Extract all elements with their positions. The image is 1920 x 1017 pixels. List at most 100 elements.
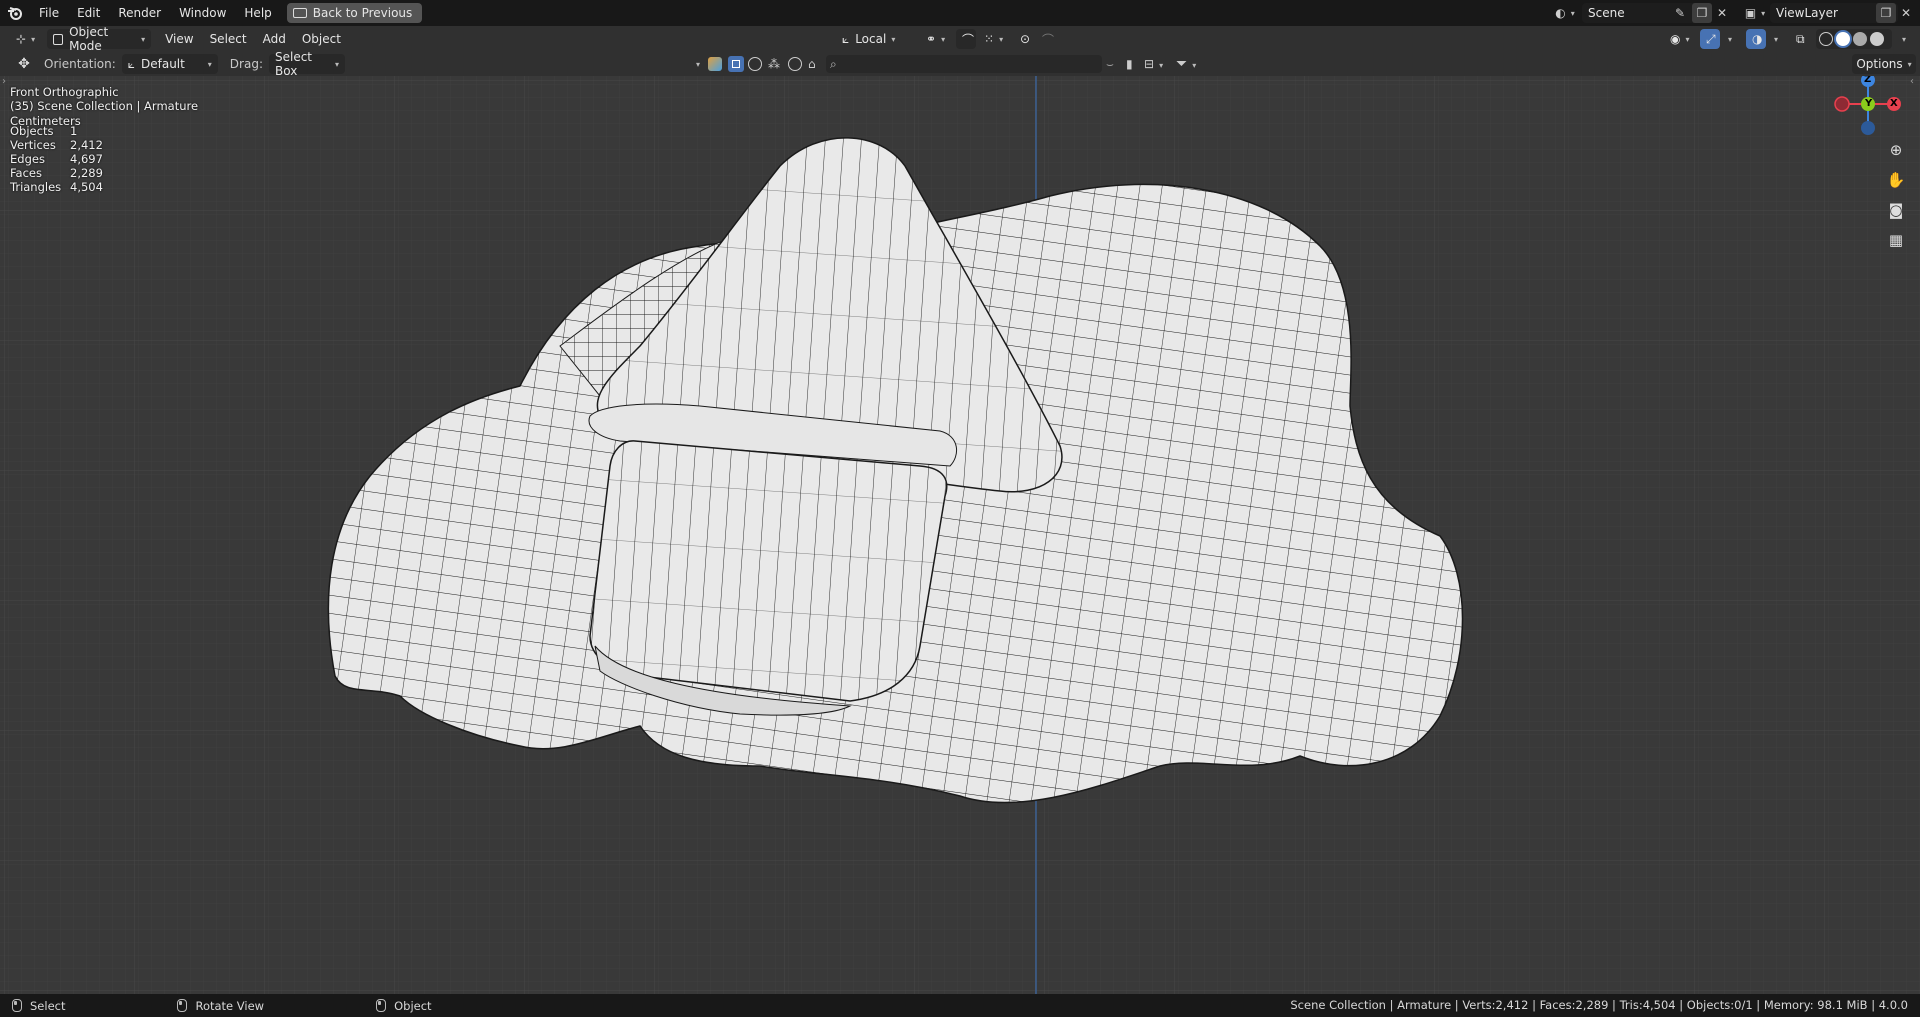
sphere-filter-icon[interactable] [748,57,762,71]
menu-select[interactable]: Select [204,29,253,49]
grid-toggle-icon[interactable]: ▦ [1884,228,1908,252]
falloff-icon[interactable]: ⌒ [1036,29,1060,49]
pan-hand-icon[interactable]: ✋ [1884,168,1908,192]
stat-value: 2,289 [70,166,103,180]
orientation-axes-icon: ⟀ [127,56,135,71]
transform-orientation-selector[interactable]: ⟀ Local ▾ [836,29,912,49]
new-view-layer-icon[interactable]: ❐ [1876,3,1896,23]
menu-edit[interactable]: Edit [68,0,109,26]
menu-render[interactable]: Render [109,0,170,26]
filter-dropdown-icon[interactable]: ▾ [690,54,706,74]
status-select-label: Select [30,998,66,1013]
left-mouse-icon [12,999,22,1012]
material-shading-icon[interactable] [1853,32,1867,46]
delete-scene-icon[interactable]: ✕ [1712,3,1732,23]
status-bar: Select Rotate View Object Scene Collecti… [0,994,1920,1017]
menu-file[interactable]: File [30,0,68,26]
stat-label: Vertices [10,138,56,152]
drag-label: Drag: [229,57,263,71]
stats-overlay: Objects 1 Vertices 2,412 Edges 4,697 Fac… [10,124,103,194]
brush-filter-icon[interactable]: ⌂ [808,57,816,71]
filter-funnel-icon[interactable]: ⏷ ▾ [1176,56,1196,72]
pin-icon[interactable]: ✎ [1670,3,1690,23]
back-to-previous-label: Back to Previous [312,6,413,20]
stat-row: Vertices 2,412 [10,138,103,152]
overlay-toggle-icon[interactable]: ◑ [1746,29,1766,49]
pivot-point-icon[interactable]: ⚭ ▾ [920,29,951,49]
toolbar-toggle-icon[interactable]: › [2,76,6,87]
mode-label: Object Mode [69,25,109,53]
move-tool-icon[interactable]: ✥ [14,56,34,72]
stat-label: Faces [10,166,42,180]
right-mouse-icon [376,999,387,1012]
view-name: Front Orthographic [10,85,119,99]
blender-logo-icon[interactable] [0,0,30,26]
search-field[interactable]: ⌕ [826,55,1102,73]
menu-add[interactable]: Add [257,29,292,49]
gizmo-x-label: X [1890,98,1898,109]
new-scene-icon[interactable]: ❐ [1692,3,1712,23]
stat-value: 2,412 [70,138,103,152]
stat-value: 1 [70,124,78,138]
top-menu-bar: File Edit Render Window Help Back to Pre… [0,0,1920,26]
bookmark-icon[interactable]: ▮ [1126,57,1133,71]
status-object-label: Object [394,998,432,1013]
delete-view-layer-icon[interactable]: ✕ [1896,3,1916,23]
menu-view[interactable]: View [159,29,199,49]
camera-icon[interactable]: ◙ [1884,198,1908,222]
wireframe-shading-icon[interactable] [1819,32,1833,46]
curve-filter-icon[interactable]: ⌣ [1106,57,1114,72]
tool-settings-row: ✥ Orientation: ⟀ Default ▾ Drag: Select … [0,50,1920,78]
sort-dropdown-icon[interactable]: ⊟ ▾ [1144,57,1163,71]
proportional-edit-icon[interactable]: ⊙ [1014,29,1036,49]
status-rotate-label: Rotate View [195,998,265,1013]
stat-row: Objects 1 [10,124,103,138]
scene-icon[interactable]: ◐ ▾ [1550,3,1580,23]
shading-dropdown-icon[interactable]: ▾ [1896,29,1912,49]
collection-info: (35) Scene Collection | Armature [10,99,199,113]
middle-mouse-icon [177,999,188,1012]
object-type-icon[interactable] [708,57,722,71]
status-rotate: Rotate View [177,999,264,1013]
overlay-dropdown-icon[interactable]: ▾ [1768,29,1784,49]
status-object: Object [376,998,432,1013]
search-icon: ⌕ [830,56,837,71]
gizmo-z-label: Z [1864,76,1872,85]
scene-field[interactable]: Scene [1582,3,1710,23]
menu-window[interactable]: Window [170,0,235,26]
view-layer-name: ViewLayer [1776,6,1838,20]
visibility-icon[interactable]: ◉ ▾ [1664,29,1696,49]
box-mesh [589,440,948,702]
sidebar-toggle-icon[interactable]: ‹ [1910,76,1914,87]
menu-help[interactable]: Help [235,0,280,26]
menu-object[interactable]: Object [296,29,347,49]
local-axes-icon: ⟀ [842,31,850,46]
xray-toggle-icon[interactable]: ⧉ [1790,29,1811,49]
people-filter-icon[interactable]: ⁂ [768,57,780,71]
gizmo-dropdown-icon[interactable]: ▾ [1722,29,1738,49]
options-label: Options [1856,57,1903,71]
snap-toggle-icon[interactable]: ⌒ [956,29,976,49]
orientation-selector[interactable]: ⟀ Default ▾ [121,54,218,74]
snap-target-icon[interactable]: ⁙ ▾ [978,29,1009,49]
search-input[interactable] [840,57,1081,71]
view-layer-icon[interactable]: ▣ ▾ [1740,3,1770,23]
mode-selector[interactable]: Object Mode ▾ [47,25,152,53]
object-mode-icon [53,33,64,45]
rendered-shading-icon[interactable] [1870,32,1884,46]
back-to-previous-button[interactable]: Back to Previous [286,3,423,23]
editor-type-icon[interactable]: ⊹ ▾ [10,29,41,49]
globe-filter-icon[interactable] [788,57,802,71]
drag-selector[interactable]: Select Box ▾ [268,50,345,78]
stat-value: 4,504 [70,180,103,194]
options-button[interactable]: Options ▾ [1852,54,1916,74]
gizmo-y-label: Y [1865,98,1873,109]
solid-shading-icon[interactable] [1836,32,1850,46]
zoom-icon[interactable]: ⊕ [1884,138,1908,162]
stat-label: Triangles [10,180,62,194]
gizmo-toggle-icon[interactable]: ⤢ [1700,29,1720,49]
viewport-header: ⊹ ▾ Object Mode ▾ View Select Add Object … [0,25,1920,53]
select-mode-icon[interactable] [728,56,744,72]
3d-viewport[interactable]: Front Orthographic (35) Scene Collection… [0,76,1920,994]
scene-name: Scene [1588,6,1625,20]
